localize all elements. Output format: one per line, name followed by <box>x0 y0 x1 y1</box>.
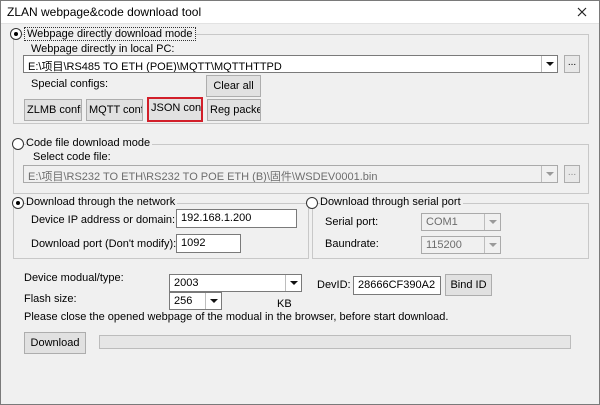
ip-label: Device IP address or domain: <box>31 214 176 226</box>
code-mode-radio[interactable] <box>12 138 24 150</box>
download-progress-bar <box>99 335 571 349</box>
window-title: ZLAN webpage&code download tool <box>7 5 202 19</box>
device-type-dropdown[interactable]: 2003 <box>169 274 302 292</box>
code-path-value: E:\项目\RS232 TO ETH\RS232 TO POE ETH (B)\… <box>28 171 378 183</box>
notice-text: Please close the opened webpage of the m… <box>24 311 449 323</box>
webpage-mode-radio[interactable] <box>10 28 22 40</box>
select-code-file-label: Select code file: <box>33 151 111 163</box>
baudrate-dropdown[interactable]: 115200 <box>421 236 501 254</box>
network-radio[interactable] <box>12 197 24 209</box>
flash-unit-label: KB <box>277 298 292 310</box>
flash-size-label: Flash size: <box>24 293 77 305</box>
flash-size-value: 256 <box>174 295 193 307</box>
devid-input[interactable]: 28666CF390A2 <box>353 276 441 295</box>
webpage-mode-label[interactable]: Webpage directly download mode <box>24 27 196 41</box>
serial-port-label: Serial port: <box>325 216 379 228</box>
chevron-down-icon[interactable] <box>541 166 557 182</box>
port-label: Download port (Don't modify): <box>31 238 177 250</box>
special-configs-label: Special configs: <box>31 78 109 90</box>
chevron-down-icon[interactable] <box>484 237 500 253</box>
serial-label[interactable]: Download through serial port <box>320 196 463 208</box>
title-bar: ZLAN webpage&code download tool <box>1 1 599 24</box>
network-label[interactable]: Download through the network <box>26 196 178 208</box>
close-icon[interactable] <box>573 3 591 21</box>
serial-radio[interactable] <box>306 197 318 209</box>
serial-port-value: COM1 <box>426 216 458 228</box>
baudrate-value: 115200 <box>426 239 462 251</box>
bind-id-button[interactable]: Bind ID <box>445 274 492 296</box>
code-browse-button[interactable]: ... <box>564 165 580 183</box>
chevron-down-icon[interactable] <box>541 56 557 72</box>
reg-packet-button[interactable]: Reg packet <box>207 99 261 121</box>
json-config-button[interactable]: JSON config <box>147 97 203 122</box>
flash-size-dropdown[interactable]: 256 <box>169 292 222 310</box>
chevron-down-icon[interactable] <box>285 275 301 291</box>
clear-all-button[interactable]: Clear all <box>206 75 261 97</box>
code-path-dropdown[interactable]: E:\项目\RS232 TO ETH\RS232 TO POE ETH (B)\… <box>23 165 558 183</box>
webpage-path-dropdown[interactable]: E:\项目\RS485 TO ETH (POE)\MQTT\MQTTHTTPD <box>23 55 558 73</box>
device-type-label: Device modual/type: <box>24 272 124 284</box>
mqtt-config-button[interactable]: MQTT config <box>86 99 143 121</box>
zlmb-config-button[interactable]: ZLMB config <box>24 99 82 121</box>
main-window: ZLAN webpage&code download tool Webpage … <box>0 0 600 405</box>
download-button[interactable]: Download <box>24 332 86 354</box>
chevron-down-icon[interactable] <box>484 214 500 230</box>
local-pc-label: Webpage directly in local PC: <box>31 43 175 55</box>
ip-input[interactable]: 192.168.1.200 <box>176 209 297 228</box>
chevron-down-icon[interactable] <box>205 293 221 309</box>
serial-port-dropdown[interactable]: COM1 <box>421 213 501 231</box>
code-mode-label[interactable]: Code file download mode <box>26 137 153 149</box>
baudrate-label: Baundrate: <box>325 238 379 250</box>
port-input[interactable]: 1092 <box>176 234 241 253</box>
devid-label: DevID: <box>317 279 351 291</box>
device-type-value: 2003 <box>174 277 199 289</box>
webpage-browse-button[interactable]: ... <box>564 55 580 73</box>
webpage-path-value: E:\项目\RS485 TO ETH (POE)\MQTT\MQTTHTTPD <box>28 61 282 73</box>
